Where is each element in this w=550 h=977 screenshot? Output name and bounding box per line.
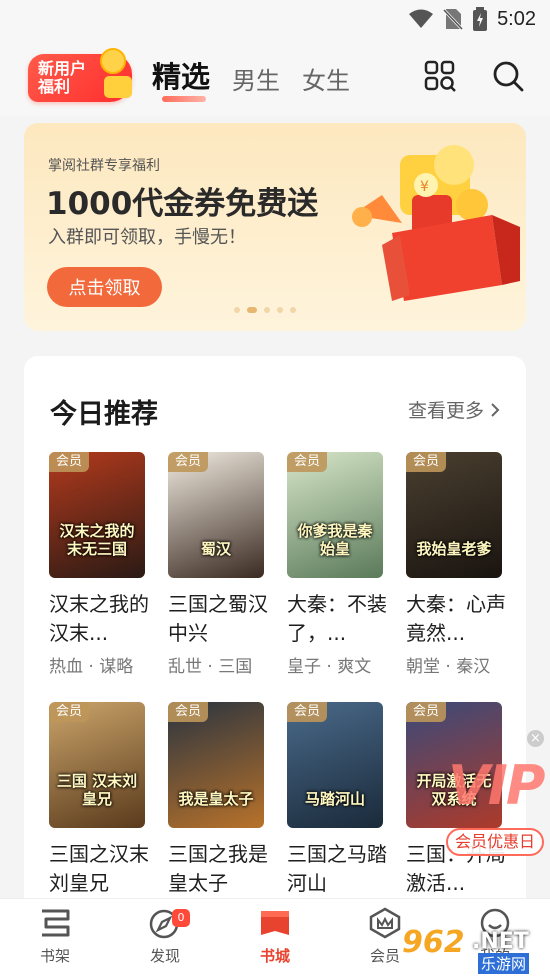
battery-charging-icon — [473, 7, 488, 31]
cover-title: 三国 汉末刘皇兄 — [56, 772, 138, 808]
member-tag: 会员 — [168, 452, 209, 472]
notification-badge: 0 — [172, 909, 190, 927]
member-tag: 会员 — [49, 702, 90, 722]
book-cover[interactable]: 会员我是皇太子 — [168, 702, 264, 828]
promo-banner[interactable]: 掌阅社群专享福利 1000代金券免费送 入群即可领取，手慢无！ 点击领取 ¥ — [24, 123, 526, 331]
book-tags: 乱世 · 三国 — [168, 657, 253, 677]
view-more-label: 查看更多 — [407, 400, 484, 422]
claim-button[interactable]: 点击领取 — [47, 267, 162, 307]
new-user-promo-badge[interactable]: 新用户 福利 — [28, 48, 132, 102]
nav-discover[interactable]: 0 发现 — [110, 899, 220, 977]
svg-text:¥: ¥ — [420, 179, 429, 195]
cover-title: 蜀汉 — [200, 540, 231, 558]
vip-discount-label[interactable]: 会员优惠日 — [446, 828, 544, 856]
watermark-domain: .NET — [472, 929, 529, 954]
promo-line1: 新用户 — [38, 59, 87, 78]
book-item[interactable]: 会员蜀汉三国之蜀汉中兴乱世 · 三国 — [168, 452, 268, 677]
book-item[interactable]: 会员我是皇太子三国之我是皇太子 — [168, 702, 268, 898]
bookshelf-icon — [42, 909, 70, 937]
nav-discover-label: 发现 — [149, 947, 180, 965]
book-title[interactable]: 三国之蜀汉中兴 — [168, 590, 268, 648]
chevron-right-icon — [491, 402, 500, 417]
carousel-dots — [234, 307, 296, 313]
cover-title: 马踏河山 — [304, 790, 365, 808]
tab-female[interactable]: 女生 — [302, 61, 350, 96]
book-title[interactable]: 大秦：不装了，... — [287, 590, 387, 648]
book-cover[interactable]: 会员三国 汉末刘皇兄 — [49, 702, 145, 828]
banner-subtitle: 掌阅社群专享福利 — [48, 158, 160, 174]
book-title[interactable]: 三国之我是皇太子 — [168, 840, 268, 898]
cover-title: 我是皇太子 — [178, 790, 254, 808]
banner-desc: 入群即可领取，手慢无！ — [48, 227, 246, 248]
banner-title: 1000代金券免费送 — [46, 186, 319, 222]
book-item[interactable]: 会员汉末之我的末无三国汉末之我的汉末... 热血 · 谋略 — [49, 452, 149, 677]
book-title[interactable]: 三国之马踏河山 — [287, 840, 387, 898]
close-icon[interactable]: × — [527, 730, 544, 747]
book-cover[interactable]: 会员马踏河山 — [287, 702, 383, 828]
no-sim-icon — [443, 8, 464, 30]
book-item[interactable]: 会员你爹我是秦始皇大秦：不装了，... 皇子 · 爽文 — [287, 452, 387, 677]
nav-tabs: 精选 男生 女生 — [152, 54, 350, 102]
cover-title: 汉末之我的末无三国 — [59, 522, 135, 558]
book-cover[interactable]: 会员我始皇老爹 — [406, 452, 502, 578]
vip-text: VIP — [448, 754, 545, 817]
book-tags: 皇子 · 爽文 — [287, 657, 372, 677]
book-tags: 朝堂 · 秦汉 — [406, 657, 491, 677]
view-more-link[interactable]: 查看更多 — [408, 396, 500, 423]
nav-bookstore-label: 书城 — [259, 947, 290, 965]
cover-title: 你爹我是秦始皇 — [297, 522, 373, 558]
top-nav: 新用户 福利 精选 男生 女生 — [0, 38, 550, 116]
member-tag: 会员 — [49, 452, 90, 472]
member-tag: 会员 — [287, 702, 328, 722]
section-title: 今日推荐 — [50, 399, 158, 430]
book-item[interactable]: 会员马踏河山三国之马踏河山 — [287, 702, 387, 898]
book-cover[interactable]: 会员你爹我是秦始皇 — [287, 452, 383, 578]
vip-promo-float[interactable]: × VIP 会员优惠日 — [444, 730, 550, 860]
member-icon — [369, 907, 401, 939]
book-item[interactable]: 会员三国 汉末刘皇兄三国之汉末刘皇兄 — [49, 702, 149, 898]
category-icon[interactable] — [424, 60, 456, 92]
book-cover[interactable]: 会员汉末之我的末无三国 — [49, 452, 145, 578]
bookstore-icon — [261, 911, 289, 935]
member-tag: 会员 — [287, 452, 328, 472]
wifi-icon — [409, 9, 434, 28]
nav-bookstore[interactable]: 书城 — [220, 899, 330, 977]
book-item[interactable]: 会员我始皇老爹大秦：心声竟然... 朝堂 · 秦汉 — [406, 452, 506, 677]
member-tag: 会员 — [406, 702, 447, 722]
watermark-site: 乐游网 — [478, 953, 530, 974]
book-cover[interactable]: 会员蜀汉 — [168, 452, 264, 578]
tab-featured[interactable]: 精选 — [152, 54, 210, 102]
member-tag: 会员 — [406, 452, 447, 472]
book-tags: 热血 · 谋略 — [49, 657, 134, 677]
promo-line2: 福利 — [38, 77, 71, 96]
nav-bookshelf-label: 书架 — [39, 947, 70, 965]
book-title[interactable]: 汉末之我的汉末... — [49, 590, 149, 648]
nav-bookshelf[interactable]: 书架 — [0, 899, 110, 977]
gift-box-illustration: ¥ — [352, 145, 520, 301]
member-tag: 会员 — [168, 702, 209, 722]
cover-title: 我始皇老爹 — [416, 540, 492, 558]
site-watermark: 962 .NET 乐游网 — [402, 925, 542, 974]
nav-member-label: 会员 — [369, 947, 400, 965]
search-icon[interactable] — [492, 60, 524, 92]
book-title[interactable]: 三国之汉末刘皇兄 — [49, 840, 149, 898]
book-title[interactable]: 大秦：心声竟然... — [406, 590, 506, 648]
watermark-number: 962 — [402, 925, 465, 960]
status-time: 5:02 — [497, 7, 536, 30]
status-bar: 5:02 — [0, 0, 550, 38]
tab-male[interactable]: 男生 — [232, 61, 280, 96]
